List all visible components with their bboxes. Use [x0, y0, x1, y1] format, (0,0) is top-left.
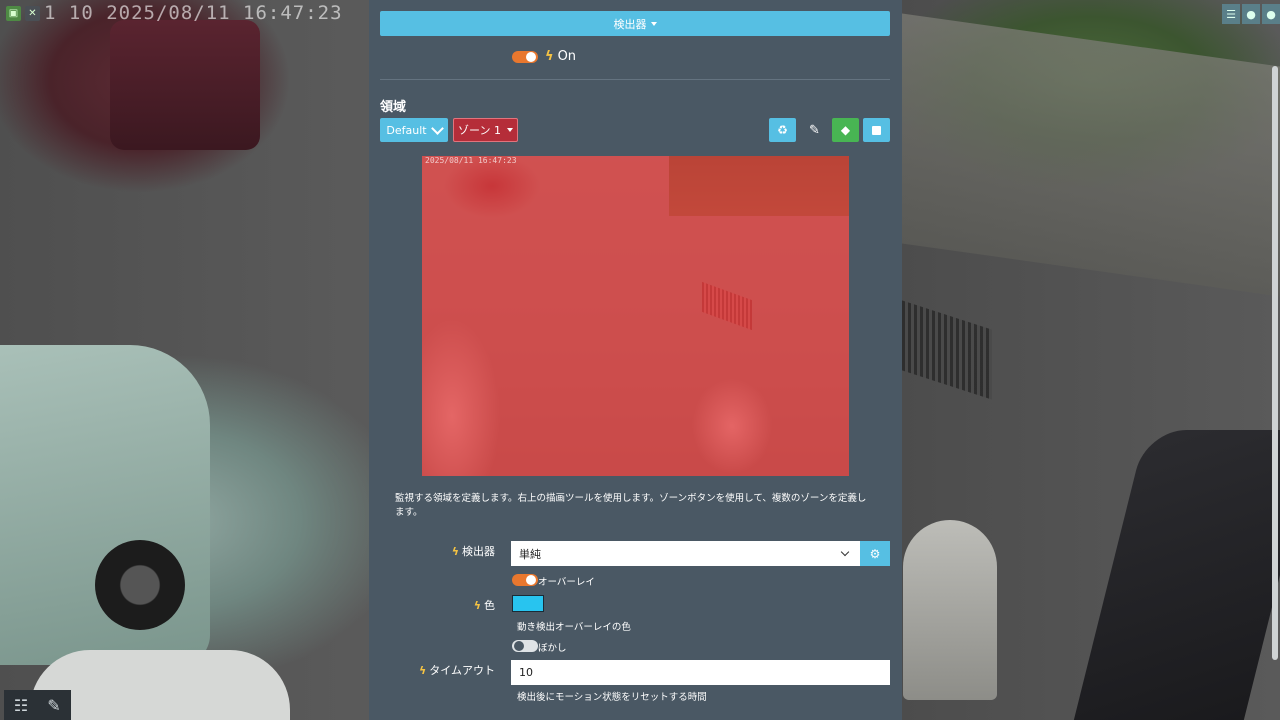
background-wall	[902, 13, 1280, 297]
chevron-down-icon	[430, 121, 444, 135]
brush-button[interactable]: ✎	[801, 118, 828, 142]
background-car-left	[0, 345, 210, 665]
square-button[interactable]	[863, 118, 890, 142]
power-label: ϟ On	[545, 49, 577, 64]
blur-toggle[interactable]	[512, 640, 538, 652]
close-icon[interactable]: ✕	[25, 6, 40, 21]
divider	[380, 79, 890, 80]
square-icon	[872, 125, 881, 135]
top-right-toolbar: ☰ ● ●	[1222, 4, 1280, 24]
preview-timestamp: 2025/08/11 16:47:23	[425, 156, 517, 165]
background-grate	[902, 300, 992, 400]
bolt-icon: ϟ	[545, 49, 554, 64]
caret-down-icon	[506, 128, 513, 132]
detector-select[interactable]: 単純	[511, 541, 860, 566]
timeout-input[interactable]: 10	[511, 660, 890, 685]
user-icon[interactable]: ●	[1242, 4, 1260, 24]
timeout-hint: 検出後にモーション状態をリセットする時間	[517, 692, 707, 703]
overlay-label: オーバーレイ	[538, 577, 595, 588]
brush-icon: ✎	[809, 122, 820, 138]
region-title: 領域	[380, 100, 407, 115]
bolt-icon: ϟ	[473, 598, 481, 612]
power-toggle[interactable]	[512, 51, 538, 63]
background-wheel	[95, 540, 185, 630]
zone-overlay	[422, 156, 849, 476]
detector-field-label: ϟ 検出器	[451, 544, 495, 559]
background-bollard	[903, 520, 997, 700]
overlay-toggle[interactable]	[512, 574, 538, 586]
eraser-button[interactable]: ◆	[832, 118, 859, 142]
blur-label: ぼかし	[538, 643, 567, 654]
users-icon[interactable]: ●	[1262, 4, 1280, 24]
lock-icon[interactable]: ▣	[6, 6, 21, 21]
sliders-icon[interactable]: ☷	[4, 690, 38, 720]
background-car-right	[1073, 430, 1280, 720]
scrollbar[interactable]	[1272, 66, 1278, 660]
caret-down-icon	[650, 21, 657, 26]
color-swatch[interactable]	[512, 595, 544, 612]
recycle-icon: ♻	[777, 123, 788, 137]
zone-dropdown[interactable]: ゾーン 1	[453, 118, 518, 142]
wrench-icon[interactable]: ✎	[37, 690, 71, 720]
camera-timestamp: 1 10 2025/08/11 16:47:23	[44, 2, 343, 24]
chevron-down-icon	[840, 547, 850, 557]
motion-settings-panel: 検出器 ϟ On 領域 Default ゾーン 1 ♻ ✎ ◆ 2025/08/…	[369, 0, 902, 720]
detector-dropdown-button[interactable]: 検出器	[380, 11, 890, 36]
detector-settings-button[interactable]: ⚙	[860, 541, 890, 566]
zone-preview-canvas[interactable]: 2025/08/11 16:47:23	[422, 156, 849, 476]
detector-header-label: 検出器	[613, 17, 647, 31]
timeout-field-label: ϟ タイムアウト	[418, 663, 495, 678]
region-description: 監視する領域を定義します。右上の描画ツールを使用します。ゾーンボタンを使用して、…	[395, 493, 867, 518]
menu-icon[interactable]: ☰	[1222, 4, 1240, 24]
color-field-label: ϟ 色	[473, 598, 495, 613]
bolt-icon: ϟ	[451, 544, 459, 558]
bolt-icon: ϟ	[418, 663, 427, 677]
background-car-top	[110, 20, 260, 150]
recycle-button[interactable]: ♻	[769, 118, 796, 142]
eraser-icon: ◆	[840, 123, 851, 137]
color-hint: 動き検出オーバーレイの色	[517, 622, 631, 633]
preset-dropdown[interactable]: Default	[380, 118, 448, 142]
gears-icon: ⚙	[869, 546, 881, 561]
